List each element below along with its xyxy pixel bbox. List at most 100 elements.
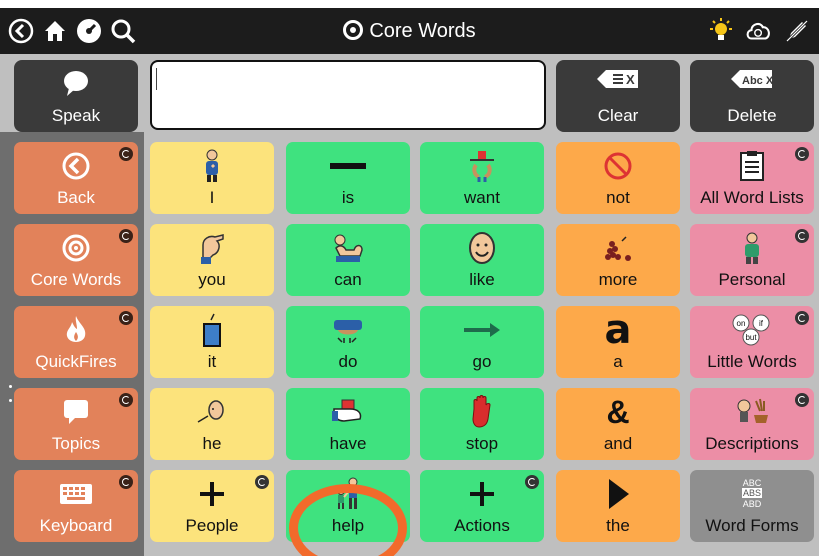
word-cell-stop[interactable]: stop xyxy=(420,388,544,460)
edit-off-icon[interactable] xyxy=(782,16,812,46)
word-label: you xyxy=(198,270,226,289)
keyboard-icon xyxy=(60,484,92,504)
word-label: Little Words xyxy=(707,352,797,371)
more-icon xyxy=(605,236,631,261)
play-triangle-icon xyxy=(609,479,629,509)
nav-back[interactable]: Back xyxy=(14,142,138,214)
word-label: Personal xyxy=(718,270,786,289)
do-icon xyxy=(334,320,362,343)
it-icon xyxy=(203,313,221,347)
delete-label: Delete xyxy=(727,106,777,125)
back-arrow-icon[interactable] xyxy=(6,16,36,46)
word-cell-i[interactable]: I xyxy=(150,142,274,214)
word-cell-it[interactable]: it xyxy=(150,306,274,378)
nav-label: Core Words xyxy=(30,270,122,289)
word-label: Word Forms xyxy=(705,516,799,535)
drag-handle[interactable] xyxy=(9,399,12,402)
word-cell-can[interactable]: can xyxy=(286,224,410,296)
arrow-right-icon xyxy=(464,323,500,337)
title-bar: Core Words xyxy=(0,8,819,54)
descriptions-icon xyxy=(737,398,768,423)
want-icon xyxy=(470,151,494,182)
strong-arm-icon xyxy=(334,234,363,262)
word-label: All Word Lists xyxy=(700,188,804,207)
word-label: stop xyxy=(465,434,499,453)
nav-topics[interactable]: Topics xyxy=(14,388,138,460)
folder-people[interactable]: People xyxy=(150,470,274,542)
word-label: like xyxy=(469,270,495,289)
text-caret xyxy=(156,68,157,90)
clear-button[interactable]: X Clear xyxy=(556,60,680,132)
word-label: he xyxy=(202,434,222,453)
speak-label: Speak xyxy=(51,106,101,125)
word-cell-you[interactable]: you xyxy=(150,224,274,296)
word-cell-he[interactable]: he xyxy=(150,388,274,460)
ampersand-icon: & xyxy=(606,394,630,430)
have-icon xyxy=(332,399,362,422)
word-cell-a[interactable]: a a xyxy=(556,306,680,378)
folder-little-words[interactable]: on if but Little Words xyxy=(690,306,814,378)
word-cell-more[interactable]: more xyxy=(556,224,680,296)
cloud-sync-icon[interactable] xyxy=(744,16,774,46)
no-symbol-icon xyxy=(604,152,632,180)
word-cell-is[interactable]: is xyxy=(286,142,410,214)
svg-text:X: X xyxy=(626,72,635,87)
nav-core-words[interactable]: Core Words xyxy=(14,224,138,296)
drag-handle[interactable] xyxy=(9,385,12,388)
speed-icon[interactable] xyxy=(74,16,104,46)
word-label: want xyxy=(464,188,500,207)
svg-text:ABS: ABS xyxy=(743,488,761,498)
clear-icon: X xyxy=(597,70,638,88)
word-label: Descriptions xyxy=(705,434,799,453)
word-cell-like[interactable]: like xyxy=(420,224,544,296)
smile-face-icon xyxy=(469,232,495,264)
folder-personal[interactable]: Personal xyxy=(690,224,814,296)
word-label: go xyxy=(472,352,492,371)
stop-hand-icon xyxy=(472,395,491,428)
nav-quickfires[interactable]: QuickFires xyxy=(14,306,138,378)
delete-button[interactable]: Abc X Delete xyxy=(690,60,814,132)
status-strip xyxy=(0,0,819,8)
nav-label: Keyboard xyxy=(39,516,113,535)
clear-label: Clear xyxy=(597,106,639,125)
word-cell-not[interactable]: not xyxy=(556,142,680,214)
he-icon xyxy=(197,400,224,423)
nav-keyboard[interactable]: Keyboard xyxy=(14,470,138,542)
svg-text:but: but xyxy=(745,333,757,342)
word-forms-button[interactable]: ABC ABS ABD Word Forms xyxy=(690,470,814,542)
plus-icon xyxy=(470,482,494,506)
word-cell-do[interactable]: do xyxy=(286,306,410,378)
word-label: a xyxy=(613,352,623,371)
flame-icon xyxy=(66,316,86,342)
word-cell-and[interactable]: & and xyxy=(556,388,680,460)
svg-text:ABC: ABC xyxy=(743,478,762,488)
folder-actions[interactable]: Actions xyxy=(420,470,544,542)
word-label: People xyxy=(185,516,239,535)
backspace-icon: Abc X xyxy=(731,70,774,88)
word-cell-have[interactable]: have xyxy=(286,388,410,460)
word-cell-the[interactable]: the xyxy=(556,470,680,542)
word-cell-want[interactable]: want xyxy=(420,142,544,214)
message-window[interactable] xyxy=(150,60,546,130)
nav-label: Topics xyxy=(51,434,101,453)
word-label: not xyxy=(606,188,630,207)
home-icon[interactable] xyxy=(40,16,70,46)
word-cell-help[interactable]: help xyxy=(286,470,410,542)
word-label: do xyxy=(338,352,358,371)
list-icon xyxy=(740,151,764,181)
search-icon[interactable] xyxy=(108,16,138,46)
word-cell-go[interactable]: go xyxy=(420,306,544,378)
word-label: have xyxy=(329,434,367,453)
person-icon xyxy=(745,232,759,264)
svg-text:ABD: ABD xyxy=(743,499,762,509)
folder-all-word-lists[interactable]: All Word Lists xyxy=(690,142,814,214)
svg-text:Abc X: Abc X xyxy=(742,75,774,87)
folder-descriptions[interactable]: Descriptions xyxy=(690,388,814,460)
word-label: is xyxy=(341,188,355,207)
little-words-icon: on if but xyxy=(732,314,770,346)
plus-icon xyxy=(200,482,224,506)
word-label: more xyxy=(598,270,638,289)
dash-icon xyxy=(330,163,366,169)
lightbulb-icon[interactable] xyxy=(706,16,736,46)
speak-button[interactable]: Speak xyxy=(14,60,138,132)
